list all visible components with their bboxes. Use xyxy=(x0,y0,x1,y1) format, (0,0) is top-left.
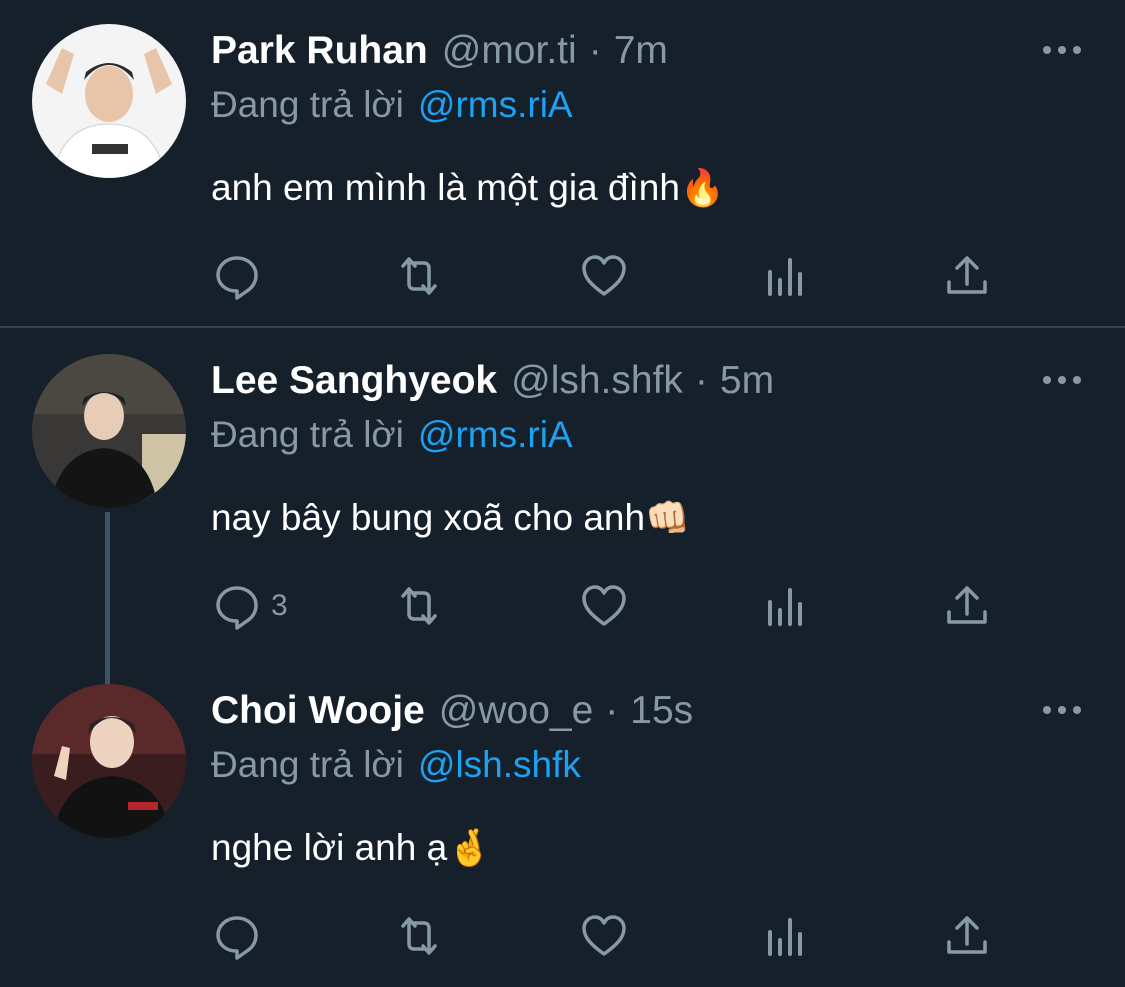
more-options-button[interactable] xyxy=(1040,700,1084,720)
tweet-text-body: nay bây bung xoã cho anh xyxy=(211,497,646,538)
like-icon xyxy=(582,915,626,956)
replying-to-label: Đang trả lời xyxy=(211,414,404,455)
separator: · xyxy=(605,689,619,732)
retweet-button[interactable] xyxy=(395,252,443,300)
analytics-icon xyxy=(768,588,802,626)
like-button[interactable] xyxy=(580,912,628,960)
display-name[interactable]: Lee Sanghyeok xyxy=(211,358,497,404)
reply-icon xyxy=(216,586,258,630)
timestamp[interactable]: 15s xyxy=(630,688,693,734)
tweet-actions xyxy=(0,894,1125,978)
like-icon xyxy=(582,585,626,626)
replying-to: Đang trả lời @rms.riA xyxy=(211,412,573,458)
avatar-photo xyxy=(32,24,186,178)
like-button[interactable] xyxy=(580,252,628,300)
more-icon xyxy=(1043,376,1081,384)
more-icon xyxy=(1043,46,1081,54)
more-icon xyxy=(1043,706,1081,714)
tweet-actions xyxy=(0,234,1125,318)
avatar[interactable] xyxy=(32,684,186,838)
timestamp[interactable]: 5m xyxy=(720,358,774,404)
tweet-actions: 3 xyxy=(0,564,1125,648)
username[interactable]: @lsh.shfk xyxy=(511,358,683,404)
tweet-header: Lee Sanghyeok @lsh.shfk · 5m xyxy=(211,358,774,404)
analytics-button[interactable] xyxy=(762,252,810,300)
avatar[interactable] xyxy=(32,24,186,178)
analytics-icon xyxy=(768,918,802,956)
retweet-icon xyxy=(401,257,437,295)
tweet-header: Park Ruhan @mor.ti · 7m xyxy=(211,28,668,74)
crossed-fingers-emoji: 🤞 xyxy=(447,827,492,868)
username[interactable]: @mor.ti xyxy=(442,28,577,74)
fist-emoji: 👊🏻 xyxy=(645,497,690,538)
more-options-button[interactable] xyxy=(1040,370,1084,390)
reply-button[interactable] xyxy=(213,252,261,300)
replying-to: Đang trả lời @lsh.shfk xyxy=(211,742,581,788)
avatar[interactable] xyxy=(32,354,186,508)
mention-link[interactable]: @rms.riA xyxy=(418,414,573,455)
share-button[interactable] xyxy=(943,912,991,960)
reply-button[interactable] xyxy=(213,912,261,960)
like-button[interactable] xyxy=(580,582,628,630)
analytics-button[interactable] xyxy=(762,912,810,960)
display-name[interactable]: Choi Wooje xyxy=(211,688,425,734)
analytics-icon xyxy=(768,258,802,296)
avatar-photo xyxy=(32,684,186,838)
timestamp[interactable]: 7m xyxy=(614,28,668,74)
replying-to-label: Đang trả lời xyxy=(211,84,404,125)
share-icon xyxy=(947,916,987,954)
reply-icon xyxy=(216,256,258,300)
retweet-icon xyxy=(401,917,437,955)
tweet[interactable]: Park Ruhan @mor.ti · 7m Đang trả lời @rms… xyxy=(0,0,1125,326)
share-button[interactable] xyxy=(943,582,991,630)
retweet-button[interactable] xyxy=(395,912,443,960)
reply-icon xyxy=(216,916,258,960)
share-icon xyxy=(947,256,987,294)
tweet-header: Choi Wooje @woo_e · 15s xyxy=(211,688,693,734)
separator: · xyxy=(588,29,602,72)
mention-link[interactable]: @rms.riA xyxy=(418,84,573,125)
retweet-icon xyxy=(401,587,437,625)
more-options-button[interactable] xyxy=(1040,40,1084,60)
reply-count: 3 xyxy=(271,589,288,622)
tweet[interactable]: Lee Sanghyeok @lsh.shfk · 5m Đang trả lờ… xyxy=(0,330,1125,660)
like-icon xyxy=(582,255,626,296)
separator: · xyxy=(694,359,708,402)
replying-to: Đang trả lời @rms.riA xyxy=(211,82,573,128)
tweet-text: nay bây bung xoã cho anh👊🏻 xyxy=(211,493,690,543)
avatar-photo xyxy=(32,354,186,508)
divider xyxy=(0,326,1125,328)
analytics-button[interactable] xyxy=(762,582,810,630)
tweet-text: anh em mình là một gia đình🔥 xyxy=(211,163,725,213)
username[interactable]: @woo_e xyxy=(439,688,594,734)
fire-emoji: 🔥 xyxy=(679,167,725,208)
tweet-text-body: nghe lời anh ạ xyxy=(211,827,448,868)
reply-button[interactable]: 3 xyxy=(213,582,288,630)
replying-to-label: Đang trả lời xyxy=(211,744,404,785)
share-button[interactable] xyxy=(943,252,991,300)
tweet-text: nghe lời anh ạ🤞 xyxy=(211,823,492,873)
retweet-button[interactable] xyxy=(395,582,443,630)
thread-connector xyxy=(105,512,110,684)
mention-link[interactable]: @lsh.shfk xyxy=(418,744,581,785)
share-icon xyxy=(947,586,987,624)
tweet[interactable]: Choi Wooje @woo_e · 15s Đang trả lời @lsh… xyxy=(0,660,1125,987)
display-name[interactable]: Park Ruhan xyxy=(211,28,428,74)
tweet-text-body: anh em mình là một gia đình xyxy=(211,167,680,208)
